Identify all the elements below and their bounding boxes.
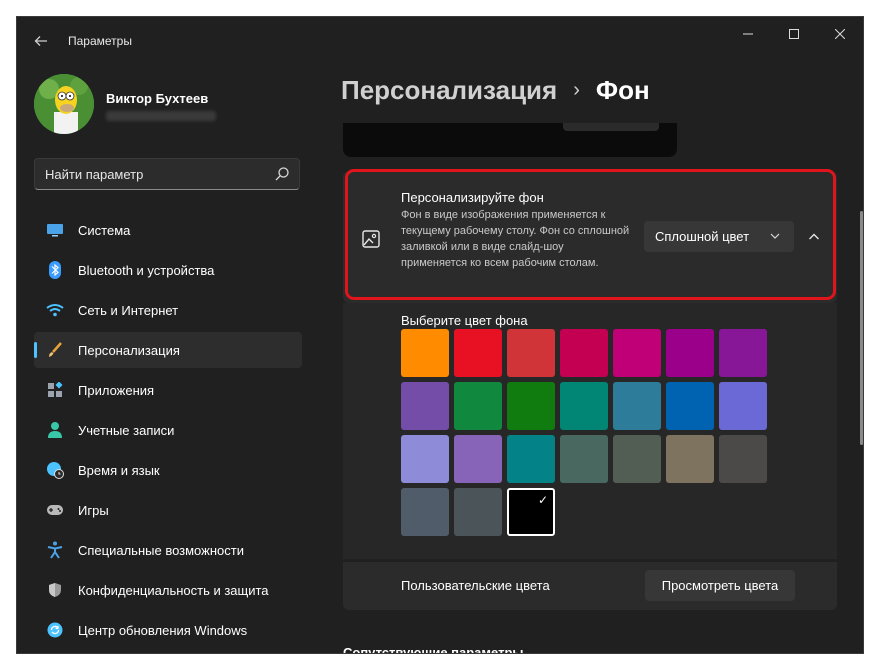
back-button[interactable] — [29, 29, 53, 53]
settings-window: Параметры Виктор Бухтеев Найти параметр — [16, 16, 864, 654]
maximize-icon — [789, 29, 799, 39]
sidebar-item-apps[interactable]: Приложения — [34, 372, 302, 408]
maximize-button[interactable] — [771, 17, 817, 51]
sidebar-item-label: Игры — [78, 502, 109, 518]
annotation-highlight — [345, 169, 836, 300]
color-picker-title: Выберите цвет фона — [401, 313, 528, 328]
apps-icon — [46, 381, 64, 399]
color-swatch[interactable] — [719, 329, 767, 377]
color-swatch[interactable] — [401, 382, 449, 430]
color-swatch[interactable] — [507, 329, 555, 377]
color-swatch[interactable] — [454, 382, 502, 430]
shield-icon — [46, 581, 64, 599]
preview-taskbar — [563, 123, 659, 131]
color-swatch[interactable] — [719, 382, 767, 430]
color-swatch[interactable] — [454, 488, 502, 536]
globe-clock-icon — [46, 461, 64, 479]
color-swatch[interactable] — [454, 329, 502, 377]
display-icon — [46, 221, 64, 239]
color-swatch[interactable]: ✓ — [507, 488, 555, 536]
breadcrumb-parent[interactable]: Персонализация — [341, 75, 557, 105]
minimize-button[interactable] — [725, 17, 771, 51]
color-swatch[interactable] — [666, 382, 714, 430]
color-swatch[interactable] — [560, 329, 608, 377]
search-placeholder: Найти параметр — [45, 167, 144, 182]
close-icon — [835, 29, 845, 39]
sidebar-item-label: Время и язык — [78, 462, 160, 478]
breadcrumb: Персонализация › Фон — [341, 75, 650, 106]
sidebar-item-label: Bluetooth и устройства — [78, 262, 215, 278]
color-swatch[interactable] — [560, 435, 608, 483]
close-button[interactable] — [817, 17, 863, 51]
sidebar-item-gaming[interactable]: Игры — [34, 492, 302, 528]
sidebar-item-time-language[interactable]: Время и язык — [34, 452, 302, 488]
search-icon[interactable] — [273, 165, 291, 183]
sidebar-item-network[interactable]: Сеть и Интернет — [34, 292, 302, 328]
breadcrumb-separator: › — [573, 79, 580, 101]
sidebar-item-personalization[interactable]: Персонализация — [34, 332, 302, 368]
sidebar-item-label: Система — [78, 222, 131, 238]
search-input[interactable]: Найти параметр — [34, 158, 300, 190]
app-title: Параметры — [68, 34, 132, 48]
color-swatch[interactable] — [507, 382, 555, 430]
color-swatch[interactable] — [613, 382, 661, 430]
sidebar-item-bluetooth[interactable]: Bluetooth и устройства — [34, 252, 302, 288]
sidebar-item-accounts[interactable]: Учетные записи — [34, 412, 302, 448]
scrollbar[interactable] — [860, 211, 863, 445]
sidebar-item-label: Приложения — [78, 382, 155, 398]
user-email-blurred — [106, 111, 216, 121]
color-swatch[interactable] — [401, 488, 449, 536]
sidebar-item-privacy[interactable]: Конфиденциальность и защита — [34, 572, 302, 608]
sidebar-nav: Система Bluetooth и устройства Сеть и Ин… — [34, 212, 302, 652]
sidebar-item-windows-update[interactable]: Центр обновления Windows — [34, 612, 302, 648]
gamepad-icon — [46, 501, 64, 519]
color-swatch[interactable] — [401, 435, 449, 483]
color-swatch[interactable] — [560, 382, 608, 430]
color-swatch[interactable] — [401, 329, 449, 377]
sidebar-item-label: Персонализация — [78, 342, 180, 358]
custom-colors-label: Пользовательские цвета — [401, 578, 550, 593]
sidebar-item-label: Сеть и Интернет — [78, 302, 179, 318]
avatar-image — [34, 74, 94, 134]
background-preview — [343, 123, 677, 157]
color-swatch[interactable] — [454, 435, 502, 483]
sidebar-item-accessibility[interactable]: Специальные возможности — [34, 532, 302, 568]
sidebar-item-system[interactable]: Система — [34, 212, 302, 248]
sidebar-item-label: Конфиденциальность и защита — [78, 582, 269, 598]
color-swatch[interactable] — [507, 435, 555, 483]
view-colors-button[interactable]: Просмотреть цвета — [645, 570, 795, 601]
color-swatch[interactable] — [666, 435, 714, 483]
minimize-icon — [743, 33, 753, 35]
sidebar-item-label: Учетные записи — [78, 422, 175, 438]
bluetooth-icon — [46, 261, 64, 279]
accessibility-icon — [46, 541, 64, 559]
wifi-icon — [46, 301, 64, 319]
color-swatch[interactable] — [613, 329, 661, 377]
title-bar: Параметры — [17, 17, 863, 65]
related-settings-title: Сопутствующие параметры — [343, 645, 524, 654]
sidebar-item-label: Центр обновления Windows — [78, 622, 248, 638]
checkmark-icon: ✓ — [537, 493, 548, 507]
page-title: Фон — [595, 75, 650, 105]
arrow-left-icon — [34, 36, 47, 46]
sidebar-item-label: Специальные возможности — [78, 542, 244, 558]
color-swatch[interactable] — [613, 435, 661, 483]
user-name: Виктор Бухтеев — [106, 91, 209, 106]
color-swatch[interactable] — [666, 329, 714, 377]
update-icon — [46, 621, 64, 639]
color-swatch[interactable] — [719, 435, 767, 483]
person-icon — [46, 421, 64, 439]
view-colors-label: Просмотреть цвета — [661, 578, 779, 593]
brush-icon — [46, 341, 64, 359]
avatar[interactable] — [34, 74, 94, 134]
